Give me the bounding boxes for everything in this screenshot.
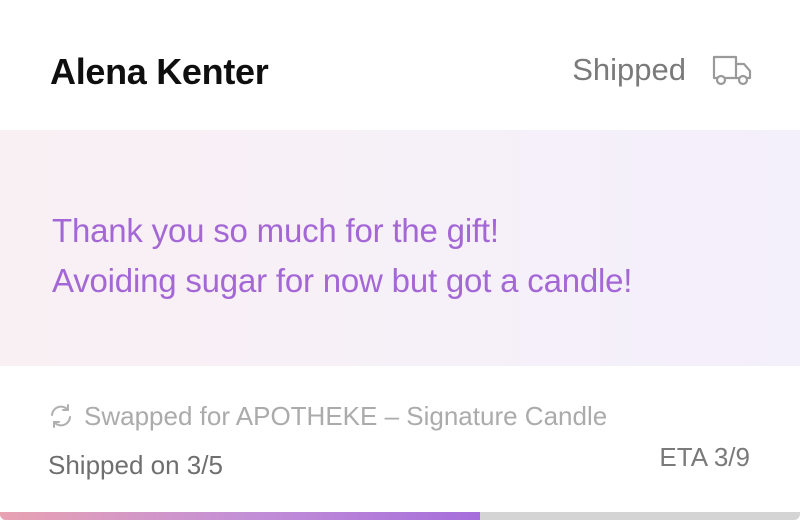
card-footer: Swapped for APOTHEKE – Signature Candle … xyxy=(0,366,800,512)
recipient-name: Alena Kenter xyxy=(50,51,269,92)
delivery-progress-fill xyxy=(0,512,480,520)
gift-order-card[interactable]: Alena Kenter Shipped Thank you so much f… xyxy=(0,0,800,520)
swap-note: Swapped for APOTHEKE – Signature Candle xyxy=(48,398,607,434)
card-header: Alena Kenter Shipped xyxy=(0,0,800,130)
swap-icon xyxy=(51,404,71,428)
swap-text: Swapped for APOTHEKE – Signature Candle xyxy=(84,401,608,431)
truck-icon xyxy=(712,55,752,86)
status-indicator: Shipped xyxy=(572,50,752,90)
shipped-date: Shipped on 3/5 xyxy=(48,450,223,480)
message-text: Thank you so much for the gift! Avoiding… xyxy=(52,206,760,306)
message-line: Avoiding sugar for now but got a candle! xyxy=(52,262,633,299)
status-label: Shipped xyxy=(572,52,686,87)
gift-message: Thank you so much for the gift! Avoiding… xyxy=(0,130,800,366)
eta-date: ETA 3/9 xyxy=(659,442,750,472)
delivery-progress-bar xyxy=(0,512,800,520)
message-line: Thank you so much for the gift! xyxy=(52,212,499,249)
